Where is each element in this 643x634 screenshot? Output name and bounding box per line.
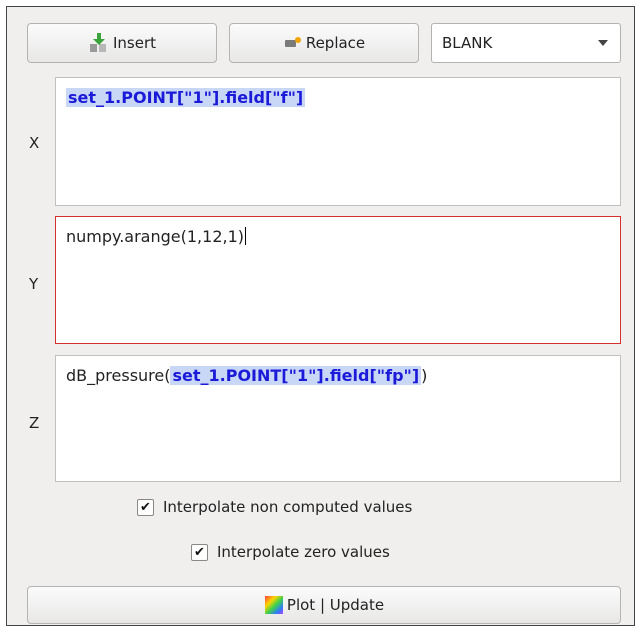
z-field-token[interactable]: set_1.POINT["1"].field["fp"] [170,366,422,385]
interpolate-zero-checkbox[interactable]: ✔ [191,543,208,561]
x-field-token[interactable]: set_1.POINT["1"].field["f"] [66,88,306,107]
source-select[interactable]: BLANK [431,23,621,63]
z-expression-suffix: ) [421,366,428,385]
color-palette-icon [264,595,284,615]
interpolate-zero-option[interactable]: ✔ Interpolate zero values [191,543,390,561]
z-expression-input[interactable]: dB_pressure(set_1.POINT["1"].field["fp"]… [55,355,621,482]
insert-button[interactable]: Insert [27,23,217,63]
z-expression-prefix: dB_pressure( [66,366,171,385]
y-expression-text: numpy.arange(1,12,1) [66,227,244,246]
insert-icon [88,32,110,54]
source-select-value: BLANK [442,34,493,52]
replace-icon [283,35,303,51]
plot-update-label: Plot | Update [286,596,385,614]
y-axis-label: Y [29,275,39,293]
replace-label: Replace [305,34,366,52]
x-axis-label: X [29,134,40,152]
interpolate-non-computed-checkbox[interactable]: ✔ [137,498,154,516]
x-expression-input[interactable]: set_1.POINT["1"].field["f"] [55,77,621,206]
text-caret [245,227,246,245]
plot-settings-panel: Insert Replace BLANK X set_1.POINT["1"].… [6,6,635,626]
interpolate-non-computed-label: Interpolate non computed values [163,498,413,516]
z-axis-label: Z [29,414,40,432]
replace-button[interactable]: Replace [229,23,419,63]
y-expression-input[interactable]: numpy.arange(1,12,1) [55,216,621,344]
plot-update-button[interactable]: Plot | Update [27,586,621,624]
chevron-down-icon [598,40,608,46]
interpolate-non-computed-option[interactable]: ✔ Interpolate non computed values [137,498,412,516]
insert-label: Insert [112,34,157,52]
interpolate-zero-label: Interpolate zero values [217,543,390,561]
